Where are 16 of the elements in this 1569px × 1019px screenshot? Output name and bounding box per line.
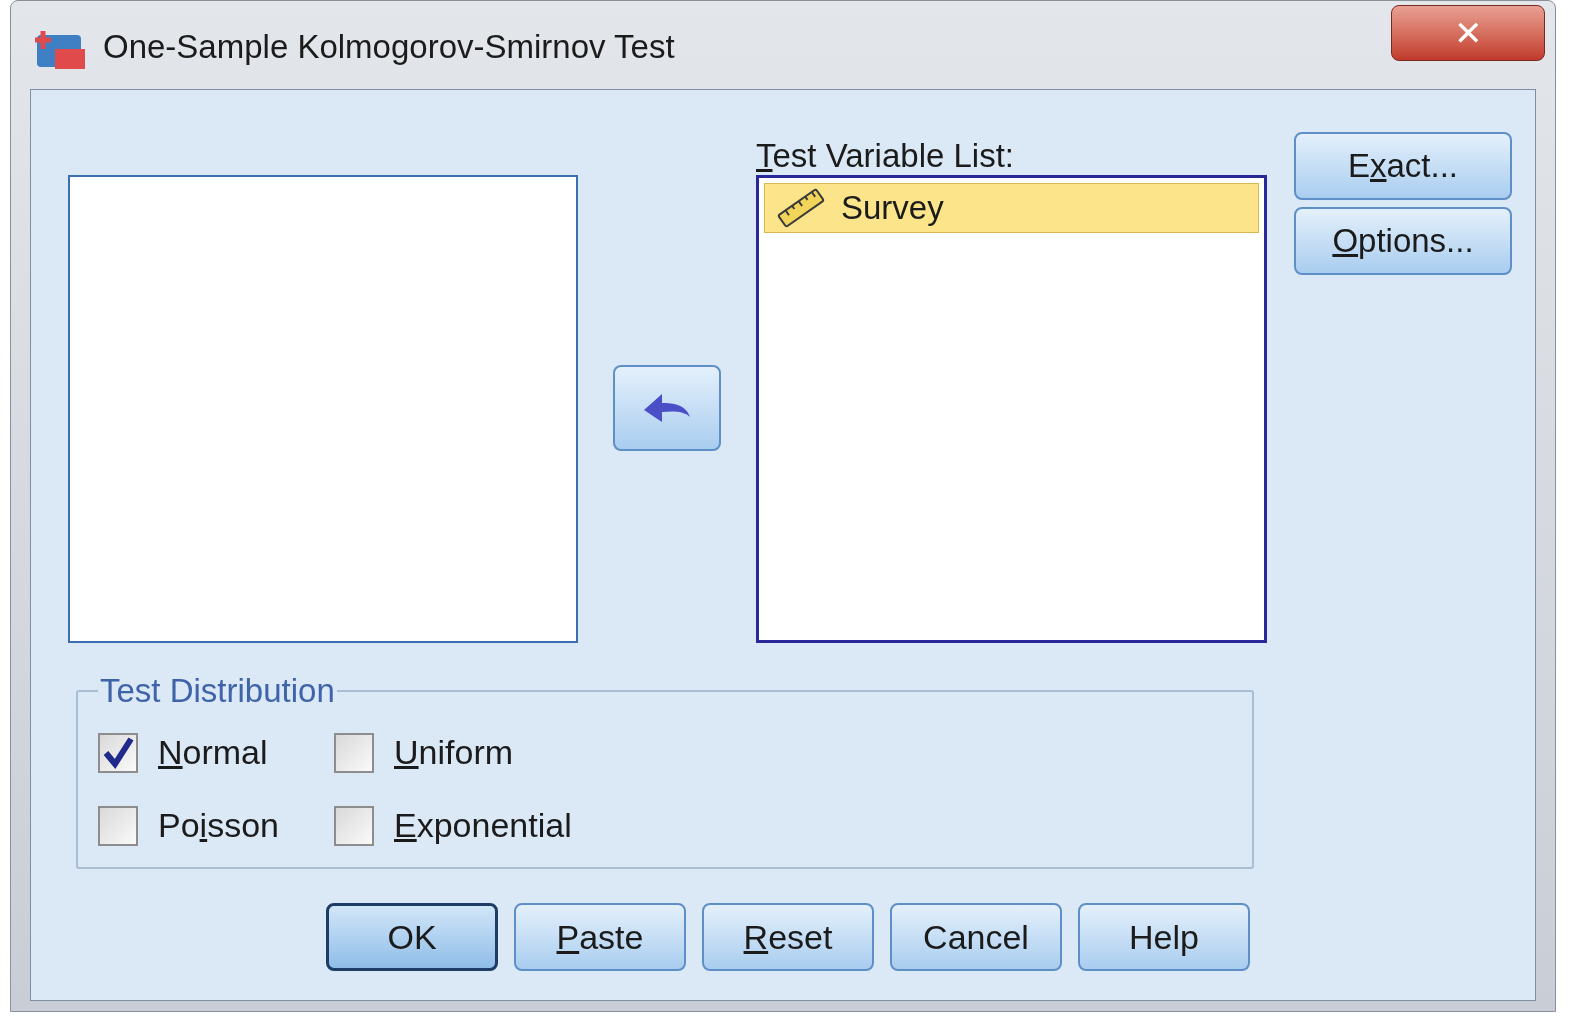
side-button[interactable]: Exact... (1294, 132, 1512, 200)
dialog-button[interactable]: Help (1078, 903, 1250, 971)
dialog-button[interactable]: Reset (702, 903, 874, 971)
dialog-button[interactable]: Paste (514, 903, 686, 971)
checkbox-label: Exponential (394, 805, 572, 846)
side-button[interactable]: Options... (1294, 207, 1512, 275)
variable-item[interactable]: Survey (764, 183, 1259, 233)
checkbox-label: Poisson (158, 805, 279, 846)
dialog-button[interactable]: Cancel (890, 903, 1062, 971)
window-title: One-Sample Kolmogorov-Smirnov Test (103, 27, 675, 67)
list-label: Test Variable List: (756, 136, 1015, 175)
dialog-button[interactable]: OK (326, 903, 498, 971)
test-variable-list[interactable]: Survey (756, 175, 1267, 643)
checkbox-label: Normal (158, 732, 268, 773)
group-title: Test Distribution (99, 673, 336, 709)
checkbox-label: Uniform (394, 732, 514, 773)
